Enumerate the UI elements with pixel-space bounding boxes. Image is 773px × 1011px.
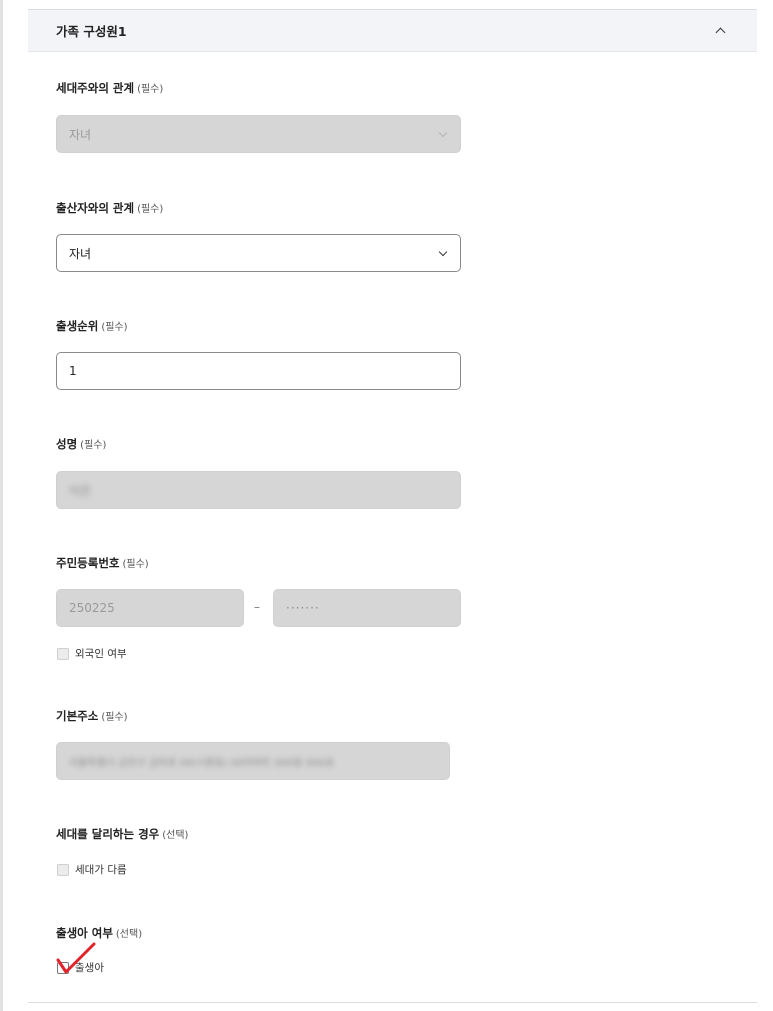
separate-household-label-text: 세대를 달리하는 경우 bbox=[56, 827, 160, 841]
name-label-text: 성명 bbox=[56, 437, 78, 451]
required-mark: (필수) bbox=[137, 84, 164, 95]
foreigner-checkbox-row[interactable]: 외국인 여부 bbox=[57, 646, 127, 661]
birth-order-value: 1 bbox=[69, 364, 77, 378]
name-input[interactable]: 이은 bbox=[56, 471, 461, 509]
foreigner-checkbox[interactable] bbox=[57, 647, 69, 660]
required-mark: (필수) bbox=[122, 559, 149, 570]
separate-household-checkbox-row[interactable]: 세대가 다름 bbox=[57, 862, 127, 877]
relation-parent-label: 출산자와의 관계 (필수) bbox=[56, 200, 163, 216]
chevron-up-icon[interactable] bbox=[713, 23, 729, 39]
relation-parent-value: 자녀 bbox=[69, 246, 92, 261]
address-label: 기본주소 (필수) bbox=[56, 708, 128, 724]
rrn-label: 주민등록번호 (필수) bbox=[56, 555, 149, 571]
required-mark: (필수) bbox=[101, 712, 128, 723]
rrn-back-input[interactable]: ······· bbox=[273, 589, 461, 627]
separate-household-label: 세대를 달리하는 경우 (선택) bbox=[56, 826, 188, 842]
address-input[interactable]: 서울특별시 금천구 금하로 00(시흥동) 00아파트 000동 000호 bbox=[56, 742, 450, 780]
newborn-label-text: 출생아 여부 bbox=[56, 926, 113, 940]
separate-household-checkbox-label: 세대가 다름 bbox=[75, 864, 127, 876]
chevron-down-icon bbox=[438, 248, 448, 258]
required-mark: (필수) bbox=[137, 204, 164, 215]
optional-mark: (선택) bbox=[162, 830, 189, 841]
relation-householder-select[interactable]: 자녀 bbox=[56, 115, 461, 153]
required-mark: (필수) bbox=[101, 322, 128, 333]
address-label-text: 기본주소 bbox=[56, 709, 99, 723]
name-label: 성명 (필수) bbox=[56, 436, 106, 452]
separate-household-checkbox[interactable] bbox=[57, 863, 69, 876]
red-checkmark-annotation-icon bbox=[56, 942, 96, 974]
rrn-back-value: ······· bbox=[286, 601, 320, 615]
panel-title: 가족 구성원1 bbox=[56, 24, 127, 39]
foreigner-checkbox-label: 외국인 여부 bbox=[75, 648, 127, 660]
relation-parent-select[interactable]: 자녀 bbox=[56, 234, 461, 272]
birth-order-label: 출생순위 (필수) bbox=[56, 318, 128, 334]
optional-mark: (선택) bbox=[115, 929, 143, 940]
chevron-down-icon bbox=[438, 129, 448, 139]
newborn-label: 출생아 여부 (선택) bbox=[56, 925, 142, 941]
birth-order-input[interactable]: 1 bbox=[56, 352, 461, 390]
rrn-front-input[interactable]: 250225 bbox=[56, 589, 244, 627]
left-divider bbox=[0, 0, 3, 1011]
address-value: 서울특별시 금천구 금하로 00(시흥동) 00아파트 000동 000호 bbox=[69, 757, 335, 769]
relation-parent-label-text: 출산자와의 관계 bbox=[56, 201, 135, 215]
relation-householder-label-text: 세대주와의 관계 bbox=[56, 81, 135, 95]
birth-order-label-text: 출생순위 bbox=[56, 319, 99, 333]
name-value: 이은 bbox=[69, 483, 92, 498]
panel-header[interactable]: 가족 구성원1 bbox=[28, 10, 757, 52]
rrn-front-value: 250225 bbox=[69, 601, 115, 615]
rrn-separator: – bbox=[254, 600, 260, 614]
relation-householder-label: 세대주와의 관계 (필수) bbox=[56, 80, 163, 96]
required-mark: (필수) bbox=[80, 440, 107, 451]
rrn-label-text: 주민등록번호 bbox=[56, 556, 120, 570]
relation-householder-value: 자녀 bbox=[69, 127, 92, 142]
